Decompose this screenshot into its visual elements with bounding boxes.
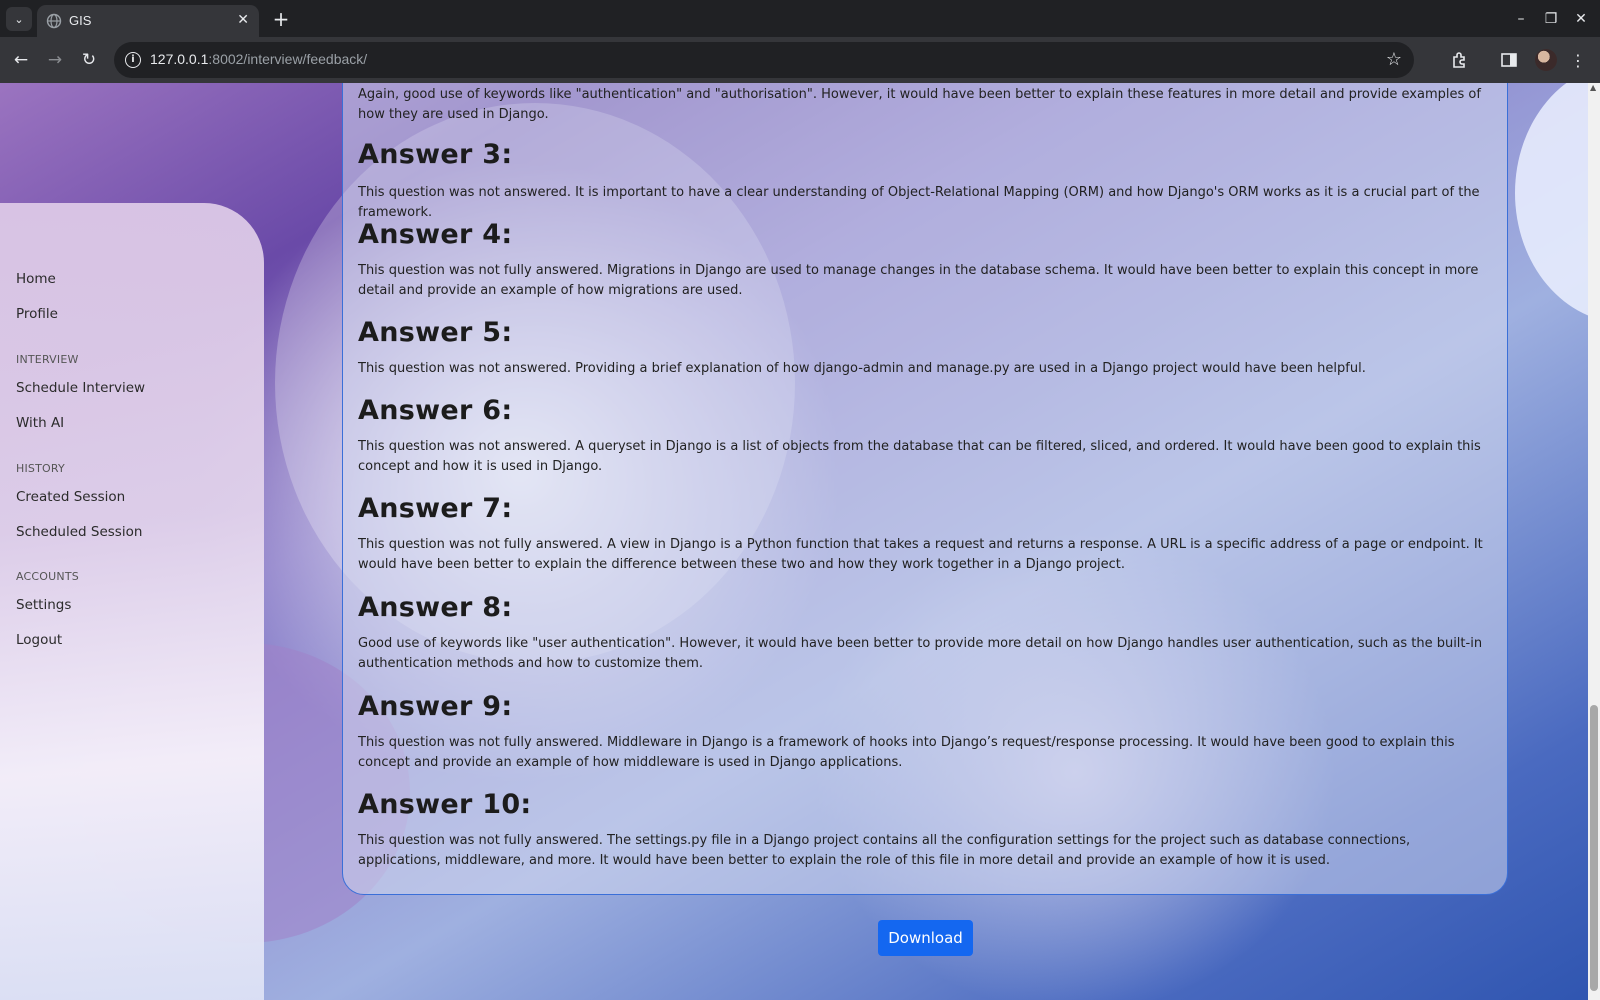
sidebar-item-scheduled-session[interactable]: Scheduled Session bbox=[16, 524, 142, 540]
answer-heading: Answer 6: bbox=[358, 395, 513, 426]
page-scrollbar[interactable]: ▲ bbox=[1588, 83, 1600, 1000]
answer-feedback-text: This question was not fully answered. A … bbox=[358, 537, 1483, 572]
new-tab-plus-icon[interactable]: + bbox=[268, 6, 294, 32]
answer-heading: Answer 4: bbox=[358, 219, 513, 250]
answer-heading: Answer 5: bbox=[358, 317, 513, 348]
browser-toolbar: ← → ↻ i 127.0.0.1:8002/interview/feedbac… bbox=[0, 37, 1600, 83]
page-viewport: Home Profile INTERVIEW Schedule Intervie… bbox=[0, 83, 1600, 1000]
answer-feedback-text: This question was not fully answered. Th… bbox=[358, 833, 1411, 868]
browser-tab[interactable]: GIS ✕ bbox=[37, 5, 259, 37]
sidebar-item-schedule-interview[interactable]: Schedule Interview bbox=[16, 380, 145, 396]
back-arrow-icon[interactable]: ← bbox=[10, 49, 32, 71]
window-close-icon[interactable]: ✕ bbox=[1571, 9, 1591, 29]
minimize-icon[interactable]: – bbox=[1511, 9, 1531, 29]
tab-search-chevron-icon[interactable]: ⌄ bbox=[6, 7, 32, 31]
tab-title: GIS bbox=[69, 13, 92, 28]
globe-icon bbox=[46, 13, 62, 29]
sidebar-item-home[interactable]: Home bbox=[16, 271, 56, 287]
answer-heading: Answer 10: bbox=[358, 789, 532, 820]
sidebar-item-logout[interactable]: Logout bbox=[16, 632, 62, 648]
address-bar[interactable]: i 127.0.0.1:8002/interview/feedback/ ☆ bbox=[114, 42, 1414, 78]
answer-feedback-text: This question was not answered. It is im… bbox=[358, 185, 1480, 220]
answer-heading: Answer 8: bbox=[358, 592, 513, 623]
site-info-icon[interactable]: i bbox=[125, 52, 141, 68]
feedback-intro-text: Again, good use of keywords like "authen… bbox=[358, 87, 1481, 122]
scroll-up-arrow-icon[interactable]: ▲ bbox=[1590, 83, 1596, 92]
side-panel-icon[interactable] bbox=[1498, 49, 1520, 71]
restore-icon[interactable]: ❐ bbox=[1541, 9, 1561, 29]
url-path: :8002/interview/feedback/ bbox=[208, 51, 368, 67]
answer-heading: Answer 3: bbox=[358, 139, 513, 170]
browser-titlebar: ⌄ GIS ✕ + – ❐ ✕ bbox=[0, 0, 1600, 37]
reload-icon[interactable]: ↻ bbox=[78, 49, 100, 71]
browser-menu-kebab-icon[interactable]: ⋮ bbox=[1567, 49, 1589, 71]
sidebar-item-profile[interactable]: Profile bbox=[16, 306, 58, 322]
sidebar-item-created-session[interactable]: Created Session bbox=[16, 489, 125, 505]
tab-close-icon[interactable]: ✕ bbox=[237, 12, 249, 28]
scrollbar-thumb[interactable] bbox=[1590, 705, 1598, 991]
answer-feedback-text: Good use of keywords like "user authenti… bbox=[358, 636, 1483, 671]
url-text[interactable]: 127.0.0.1:8002/interview/feedback/ bbox=[150, 51, 367, 67]
sidebar-heading-history: HISTORY bbox=[16, 462, 65, 475]
bookmark-star-icon[interactable]: ☆ bbox=[1386, 49, 1402, 70]
profile-avatar[interactable] bbox=[1535, 49, 1557, 71]
answer-heading: Answer 9: bbox=[358, 691, 513, 722]
download-button[interactable]: Download bbox=[878, 920, 973, 956]
sidebar-item-settings[interactable]: Settings bbox=[16, 597, 71, 613]
sidebar-heading-accounts: ACCOUNTS bbox=[16, 570, 79, 583]
forward-arrow-icon[interactable]: → bbox=[44, 49, 66, 71]
answer-feedback-text: This question was not answered. A querys… bbox=[358, 439, 1481, 474]
sidebar-heading-interview: INTERVIEW bbox=[16, 353, 79, 366]
sidebar: Home Profile INTERVIEW Schedule Intervie… bbox=[0, 203, 264, 1000]
answer-feedback-text: This question was not fully answered. Mi… bbox=[358, 735, 1455, 770]
answer-heading: Answer 7: bbox=[358, 493, 513, 524]
sidebar-item-with-ai[interactable]: With AI bbox=[16, 415, 64, 431]
answer-feedback-text: This question was not answered. Providin… bbox=[358, 361, 1366, 376]
url-host: 127.0.0.1 bbox=[150, 51, 209, 67]
answer-feedback-text: This question was not fully answered. Mi… bbox=[358, 263, 1479, 298]
extensions-puzzle-icon[interactable] bbox=[1449, 49, 1471, 71]
